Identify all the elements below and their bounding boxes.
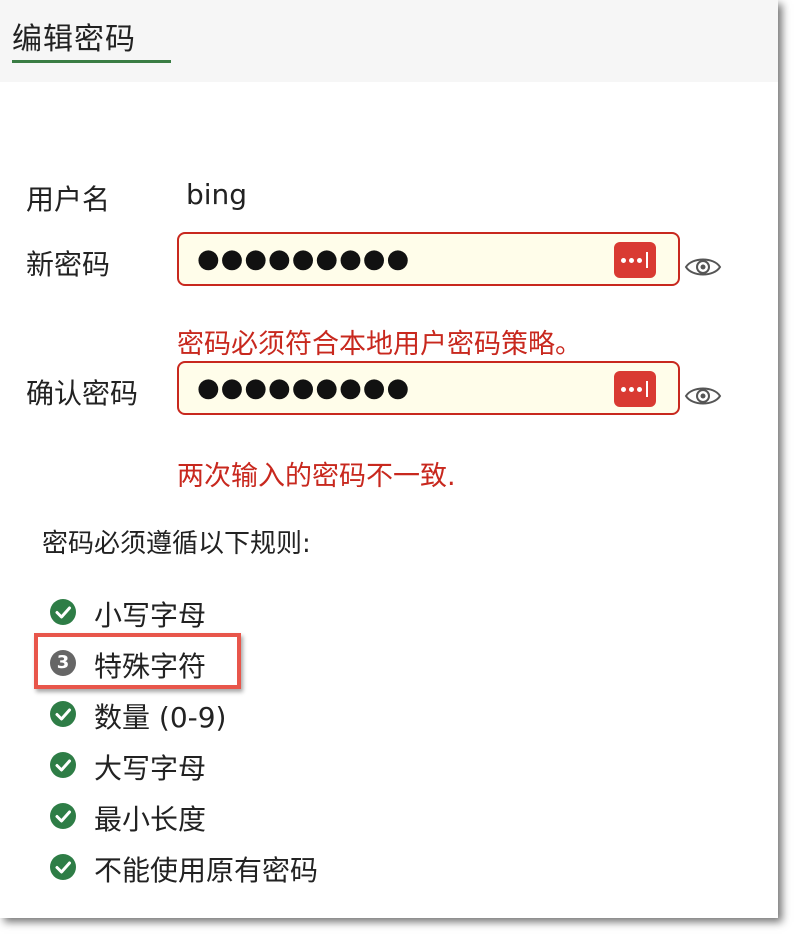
check-circle-icon (50, 599, 76, 625)
eye-icon[interactable] (684, 383, 722, 409)
edit-password-panel: 编辑密码 用户名 bing 新密码 ●●●●●●●●● 密码必须符合本地用户密码… (0, 0, 778, 918)
confirm-password-label: 确认密码 (26, 377, 139, 410)
new-password-label: 新密码 (26, 248, 111, 281)
rule-label: 数量 (0-9) (94, 701, 227, 734)
password-manager-icon[interactable] (614, 371, 656, 407)
rule-label: 大写字母 (94, 752, 207, 785)
confirm-password-value: ●●●●●●●●● (197, 373, 411, 403)
highlight-annotation (34, 633, 241, 689)
eye-icon[interactable] (684, 254, 722, 280)
password-manager-icon[interactable] (614, 242, 656, 278)
panel-header: 编辑密码 (0, 0, 778, 82)
confirm-password-error: 两次输入的密码不一致. (177, 461, 456, 492)
rule-label: 最小长度 (94, 803, 207, 836)
check-circle-icon (50, 701, 76, 727)
check-circle-icon (50, 752, 76, 778)
password-rules-title: 密码必须遵循以下规则: (42, 529, 311, 559)
username-value: bing (186, 178, 248, 211)
rule-label: 不能使用原有密码 (94, 854, 319, 887)
tab-edit-password[interactable]: 编辑密码 (12, 14, 136, 58)
rule-label: 小写字母 (94, 599, 207, 632)
new-password-value: ●●●●●●●●● (197, 244, 411, 274)
active-tab-indicator (12, 60, 171, 63)
username-label: 用户名 (26, 183, 111, 216)
check-circle-icon (50, 854, 76, 880)
confirm-password-field[interactable]: ●●●●●●●●● (177, 361, 680, 415)
check-circle-icon (50, 803, 76, 829)
new-password-error: 密码必须符合本地用户密码策略。 (177, 329, 582, 360)
new-password-field[interactable]: ●●●●●●●●● (177, 232, 680, 286)
